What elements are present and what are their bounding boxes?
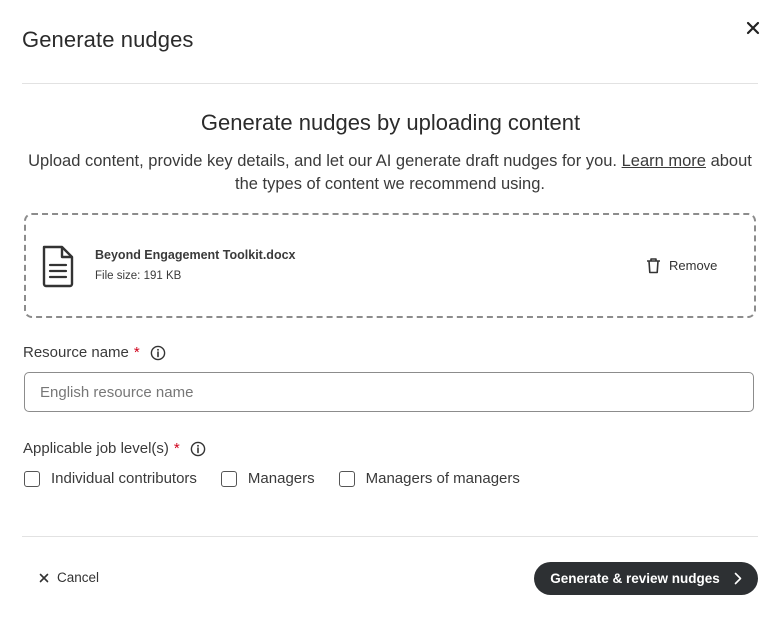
- file-name: Beyond Engagement Toolkit.docx: [95, 248, 296, 262]
- required-marker: *: [173, 440, 180, 457]
- resource-name-label: Resource name: [23, 344, 129, 361]
- primary-button-label: Generate & review nudges: [550, 571, 720, 586]
- checkbox[interactable]: [338, 470, 355, 487]
- info-icon[interactable]: [190, 441, 206, 457]
- close-icon: [746, 21, 760, 35]
- close-icon: [39, 573, 49, 582]
- uploaded-file-card: Beyond Engagement Toolkit.docx File size…: [24, 213, 756, 318]
- job-level-options: Individual contributors Managers Manager…: [24, 470, 520, 487]
- header-divider: [22, 83, 758, 84]
- learn-more-link[interactable]: Learn more: [622, 152, 706, 170]
- document-icon: [42, 245, 74, 288]
- resource-name-label-row: Resource name *: [23, 344, 166, 361]
- chevron-right-icon: [734, 572, 742, 585]
- job-level-label: Applicable job level(s): [23, 440, 169, 457]
- section-heading: Generate nudges by uploading content: [200, 110, 581, 135]
- close-button[interactable]: [743, 18, 763, 38]
- intro-text-before: Upload content, provide key details, and…: [28, 152, 622, 170]
- checkbox-managers[interactable]: Managers: [220, 470, 315, 487]
- checkbox-label: Managers: [247, 470, 315, 487]
- checkbox-managers-of-managers[interactable]: Managers of managers: [338, 470, 520, 487]
- generate-review-nudges-button[interactable]: Generate & review nudges: [534, 562, 758, 595]
- required-marker: *: [133, 344, 140, 361]
- cancel-label: Cancel: [57, 570, 100, 585]
- remove-file-button[interactable]: Remove: [646, 257, 717, 274]
- info-icon[interactable]: [150, 345, 166, 361]
- modal-title: Generate nudges: [22, 27, 194, 52]
- cancel-button[interactable]: Cancel: [39, 570, 99, 585]
- file-size: File size: 191 KB: [95, 270, 182, 282]
- checkbox-individual-contributors[interactable]: Individual contributors: [24, 470, 197, 487]
- intro-description: Upload content, provide key details, and…: [20, 150, 760, 196]
- remove-label: Remove: [669, 258, 718, 273]
- trash-icon: [647, 258, 660, 274]
- checkbox[interactable]: [24, 470, 40, 487]
- checkbox[interactable]: [220, 470, 237, 487]
- resource-name-input[interactable]: [24, 372, 754, 412]
- checkbox-label: Managers of managers: [365, 470, 520, 487]
- checkbox-label: Individual contributors: [51, 470, 197, 487]
- job-level-label-row: Applicable job level(s) *: [23, 440, 206, 457]
- footer-divider: [22, 536, 758, 537]
